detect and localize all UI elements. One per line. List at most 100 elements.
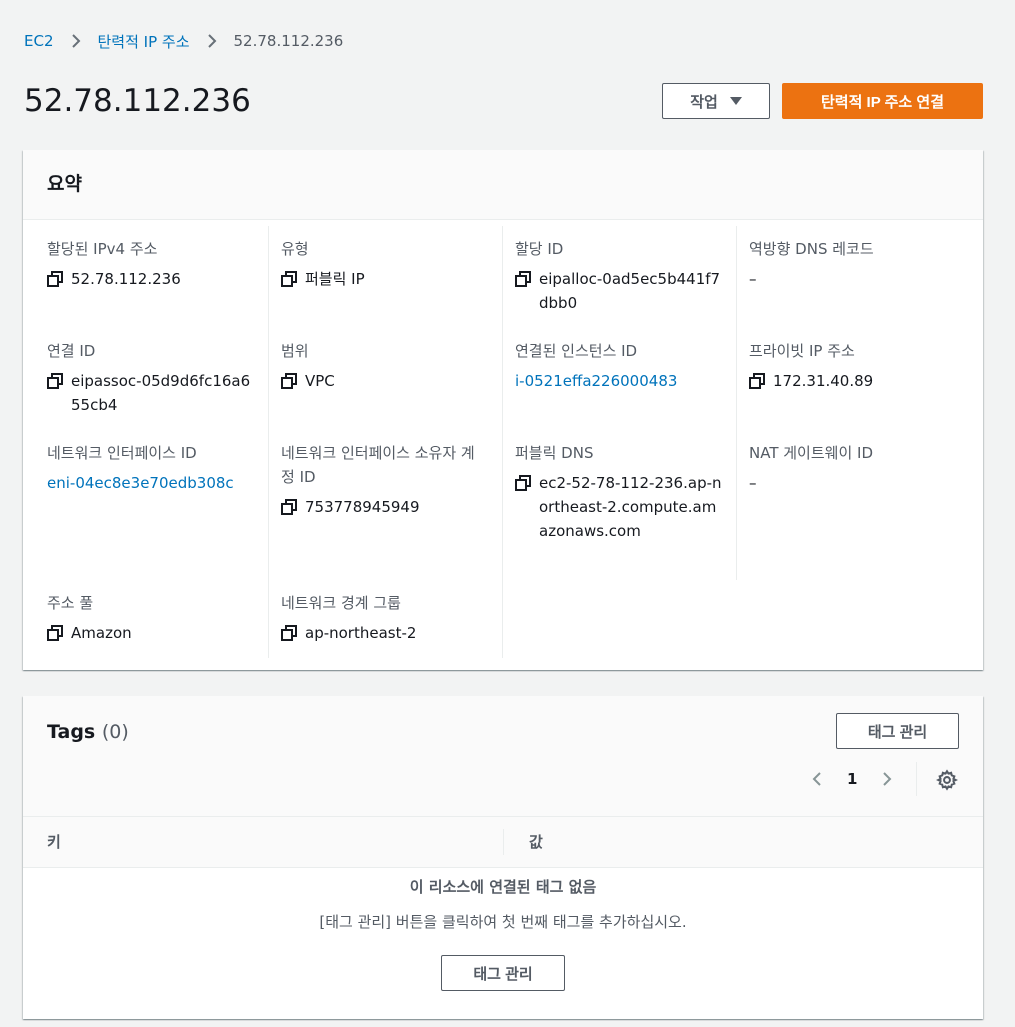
summary-grid: 할당된 IPv4 주소 52.78.112.236 유형 퍼블릭 IP 할당 I… [23, 220, 983, 670]
breadcrumb-elastic-ip-link[interactable]: 탄력적 IP 주소 [98, 31, 190, 52]
associate-elastic-ip-button[interactable]: 탄력적 IP 주소 연결 [782, 83, 983, 119]
summary-title: 요약 [47, 173, 82, 195]
instance-id-link[interactable]: i-0521effa226000483 [515, 372, 677, 390]
field-eni-owner: 네트워크 인터페이스 소유자 계정 ID 753778945949 [281, 441, 481, 519]
eni-id-link[interactable]: eni-04ec8e3e70edb308c [47, 474, 234, 492]
field-instance-id: 연결된 인스턴스 ID i-0521effa226000483 [515, 339, 725, 393]
scope-value: VPC [305, 372, 335, 390]
field-label: 범위 [281, 342, 309, 360]
chevron-right-icon[interactable] [879, 771, 895, 787]
summary-panel: 요약 할당된 IPv4 주소 52.78.112.236 유형 퍼블릭 IP 할… [23, 150, 983, 670]
field-value: 753778945949 [281, 495, 481, 519]
alloc-id-value: eipalloc-0ad5ec5b441f7dbb0 [539, 270, 721, 312]
tags-title-text: Tags [47, 721, 96, 743]
empty-state-title: 이 리소스에 연결된 태그 없음 [409, 878, 597, 896]
actions-dropdown-button[interactable]: 작업 [662, 83, 770, 119]
field-assoc-id: 연결 ID eipassoc-05d9d6fc16a655cb4 [47, 339, 257, 417]
field-value: 52.78.112.236 [47, 267, 257, 291]
column-header-value: 값 [529, 833, 543, 851]
field-scope: 범위 VPC [281, 339, 491, 393]
field-private-ip: 프라이빗 IP 주소 172.31.40.89 [749, 339, 959, 393]
field-label: 네트워크 인터페이스 소유자 계정 ID [281, 444, 475, 486]
column-divider [502, 226, 503, 658]
chevron-right-icon [71, 34, 80, 48]
field-value: eni-04ec8e3e70edb308c [47, 471, 257, 495]
field-type: 유형 퍼블릭 IP [281, 237, 491, 291]
field-label: 할당 ID [515, 240, 564, 258]
breadcrumb: EC2 탄력적 IP 주소 52.78.112.236 [24, 30, 343, 52]
copy-icon[interactable] [515, 271, 531, 287]
assoc-id-value: eipassoc-05d9d6fc16a655cb4 [71, 372, 251, 414]
field-label: 네트워크 경계 그룹 [281, 594, 401, 612]
copy-icon[interactable] [281, 625, 297, 641]
column-divider [736, 226, 737, 580]
field-border-group: 네트워크 경계 그룹 ap-northeast-2 [281, 591, 491, 645]
copy-icon[interactable] [47, 625, 63, 641]
field-value: eipalloc-0ad5ec5b441f7dbb0 [515, 267, 725, 315]
copy-icon[interactable] [281, 271, 297, 287]
field-value: VPC [281, 369, 491, 393]
field-value: i-0521effa226000483 [515, 369, 725, 393]
manage-tags-button[interactable]: 태그 관리 [836, 713, 959, 749]
tags-panel: Tags (0) 태그 관리 1 키 값 이 리소스에 연결된 태그 없음 [태… [23, 696, 983, 1019]
field-label: NAT 게이트웨이 ID [749, 444, 873, 462]
field-label: 퍼블릭 DNS [515, 444, 594, 462]
column-divider [503, 829, 504, 855]
field-ipv4: 할당된 IPv4 주소 52.78.112.236 [47, 237, 257, 291]
field-nat-gateway: NAT 게이트웨이 ID – [749, 441, 959, 495]
tags-count: (0) [101, 721, 129, 743]
field-value: ec2-52-78-112-236.ap-northeast-2.compute… [515, 471, 725, 543]
column-divider [268, 226, 269, 658]
tags-table-header: 키 값 [23, 816, 983, 868]
caret-down-icon [729, 97, 742, 105]
actions-label: 작업 [690, 92, 718, 111]
breadcrumb-ec2-link[interactable]: EC2 [24, 32, 54, 50]
pagination: 1 [809, 764, 895, 794]
tags-title: Tags (0) [47, 718, 129, 746]
pool-value: Amazon [71, 624, 132, 642]
field-label: 프라이빗 IP 주소 [749, 342, 855, 360]
summary-header: 요약 [23, 150, 983, 220]
chevron-right-icon [207, 34, 216, 48]
type-value: 퍼블릭 IP [305, 270, 365, 288]
chevron-left-icon[interactable] [809, 771, 825, 787]
page-title: 52.78.112.236 [24, 83, 251, 119]
public-dns-value: ec2-52-78-112-236.ap-northeast-2.compute… [539, 474, 722, 540]
field-value: 퍼블릭 IP [281, 267, 491, 291]
copy-icon[interactable] [47, 271, 63, 287]
eni-owner-value: 753778945949 [305, 498, 420, 516]
private-ip-value: 172.31.40.89 [773, 372, 874, 390]
empty-state-description: [태그 관리] 버튼을 클릭하여 첫 번째 태그를 추가하십시오. [319, 913, 687, 931]
tags-header: Tags (0) 태그 관리 1 [23, 696, 983, 816]
field-label: 할당된 IPv4 주소 [47, 240, 158, 258]
field-label: 유형 [281, 240, 309, 258]
field-label: 주소 풀 [47, 594, 94, 612]
column-header-key: 키 [47, 833, 61, 851]
reverse-dns-value: – [749, 270, 757, 288]
copy-icon[interactable] [281, 373, 297, 389]
pager-divider [916, 762, 917, 796]
field-alloc-id: 할당 ID eipalloc-0ad5ec5b441f7dbb0 [515, 237, 725, 315]
copy-icon[interactable] [47, 373, 63, 389]
field-value: 172.31.40.89 [749, 369, 959, 393]
ipv4-value: 52.78.112.236 [71, 270, 181, 288]
gear-icon[interactable] [936, 769, 958, 791]
breadcrumb-current: 52.78.112.236 [233, 32, 344, 50]
field-address-pool: 주소 풀 Amazon [47, 591, 257, 645]
manage-tags-empty-button[interactable]: 태그 관리 [441, 955, 565, 991]
copy-icon[interactable] [281, 499, 297, 515]
border-group-value: ap-northeast-2 [305, 624, 417, 642]
field-value: ap-northeast-2 [281, 621, 491, 645]
field-label: 역방향 DNS 레코드 [749, 240, 874, 258]
copy-icon[interactable] [749, 373, 765, 389]
page-number[interactable]: 1 [847, 770, 857, 788]
field-value: Amazon [47, 621, 257, 645]
field-public-dns: 퍼블릭 DNS ec2-52-78-112-236.ap-northeast-2… [515, 441, 725, 543]
field-label: 연결 ID [47, 342, 96, 360]
field-eni-id: 네트워크 인터페이스 ID eni-04ec8e3e70edb308c [47, 441, 257, 495]
field-value: eipassoc-05d9d6fc16a655cb4 [47, 369, 257, 417]
field-label: 연결된 인스턴스 ID [515, 342, 638, 360]
field-reverse-dns: 역방향 DNS 레코드 – [749, 237, 959, 291]
copy-icon[interactable] [515, 475, 531, 491]
field-label: 네트워크 인터페이스 ID [47, 444, 197, 462]
